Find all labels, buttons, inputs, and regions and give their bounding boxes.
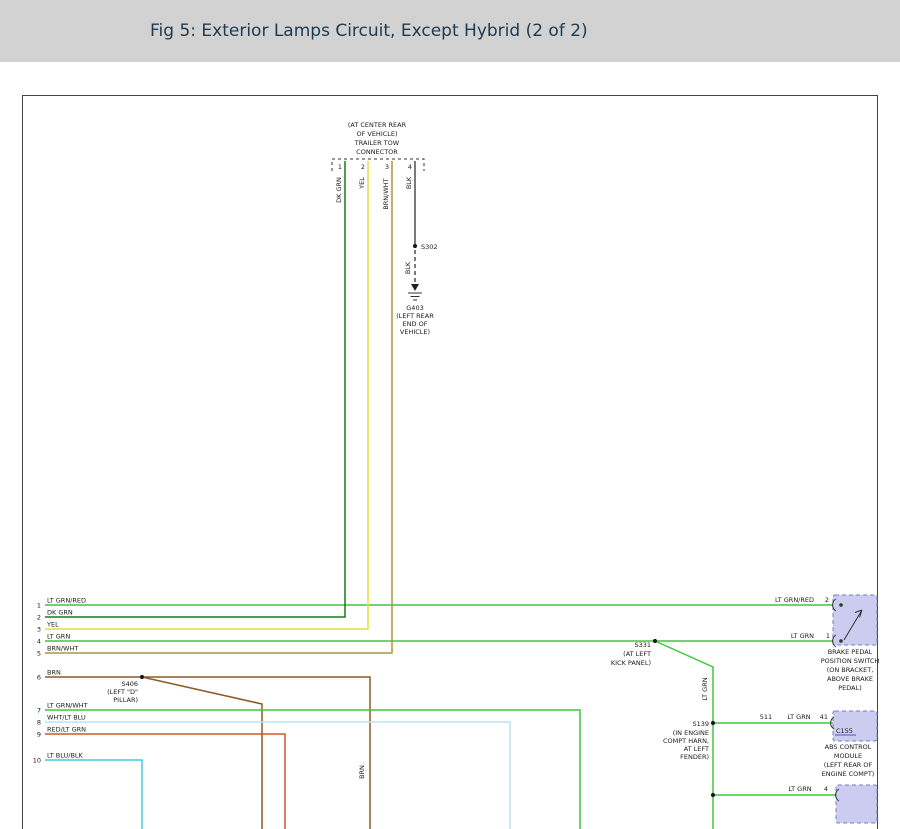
trailer-connector-location: OF VEHICLE) (356, 130, 397, 138)
splice-s331-label: S331 (634, 641, 651, 649)
wire-label: LT GRN/RED (47, 597, 86, 605)
switch-wire-top-label: LT GRN/RED (775, 596, 814, 604)
wire-dk-grn (45, 161, 345, 617)
bottom-component-box (836, 785, 877, 823)
splice-s406-location: PILLAR) (113, 696, 138, 704)
bottom-wire-pin: 4 (824, 785, 828, 793)
wire-number: 5 (37, 650, 41, 658)
abs-module-box (833, 711, 877, 741)
splice-s331-location: KICK PANEL) (611, 659, 651, 667)
pin-number: 3 (385, 163, 389, 171)
brake-switch-name: PEDAL) (838, 684, 862, 692)
wire-label-yel: YEL (358, 177, 366, 190)
wire-label-dk-grn: DK GRN (335, 177, 343, 203)
wire-label: RED/LT GRN (47, 726, 86, 734)
switch-wire-bottom-pin: 1 (826, 632, 830, 640)
splice-s139-dot (711, 721, 715, 725)
brake-pedal-switch-box (833, 595, 877, 645)
splice-s406-dot (140, 675, 144, 679)
wire-wht-lt-blu (45, 722, 510, 829)
ground-location: (LEFT REAR (396, 312, 434, 320)
ground-name: G403 (406, 304, 423, 312)
wire-yel (45, 161, 368, 629)
trailer-connector-location: (AT CENTER REAR (348, 121, 407, 129)
wire-brn-wht (45, 161, 392, 653)
wire-number: 10 (33, 757, 41, 765)
brake-switch-name: POSITION SWITCH (821, 657, 880, 665)
abs-circuit-number: 511 (760, 713, 772, 721)
wire-label-lt-grn-vertical: LT GRN (701, 677, 709, 700)
wire-label: LT GRN/WHT (47, 702, 88, 710)
wiring-diagram: (AT CENTER REAR OF VEHICLE) TRAILER TOW … (0, 0, 900, 829)
brake-switch-name: (ON BRACKET, (827, 666, 874, 674)
bottom-wire-label: LT GRN (788, 785, 811, 793)
abs-pin: 41 (820, 713, 828, 721)
splice-s302-label: S302 (421, 243, 438, 251)
wire-label: YEL (46, 621, 59, 629)
abs-module-name: ENGINE COMPT) (822, 770, 875, 778)
wire-red-lt-grn (45, 734, 285, 829)
splice-s139-location: COMPT HARN, (663, 737, 709, 745)
pin-number: 1 (338, 163, 342, 171)
ground-arrow (411, 284, 419, 291)
wire-label: BRN (47, 669, 61, 677)
ground-location: END OF (403, 320, 428, 328)
junction-dot (711, 793, 715, 797)
wire-label-brn-vertical: BRN (358, 765, 366, 779)
switch-wire-top-pin: 2 (825, 596, 829, 604)
wire-brn (45, 677, 370, 829)
switch-contact (839, 639, 843, 643)
wire-number: 3 (37, 626, 41, 634)
ground-location: VEHICLE) (400, 328, 430, 336)
diagram-border (23, 96, 878, 829)
wire-label: DK GRN (47, 609, 73, 617)
switch-wire-bottom-label: LT GRN (791, 632, 814, 640)
wire-number: 4 (37, 638, 41, 646)
brake-switch-name: ABOVE BRAKE (827, 675, 873, 683)
wire-label-blk: BLK (405, 176, 413, 189)
wire-label: BRN/WHT (47, 645, 78, 653)
switch-contact (839, 603, 843, 607)
brake-switch-name: BRAKE PEDAL (828, 648, 873, 656)
splice-s139-location: FENDER) (680, 753, 709, 761)
wire-number: 1 (37, 602, 41, 610)
wire-number: 6 (37, 674, 41, 682)
wire-label: LT GRN (47, 633, 70, 641)
wire-number: 7 (37, 707, 41, 715)
splice-s139-label: S139 (692, 720, 709, 728)
ground-symbol (408, 293, 422, 300)
splice-s331-location: (AT LEFT (623, 650, 651, 658)
wire-number: 8 (37, 719, 41, 727)
trailer-connector-name: TRAILER TOW (354, 139, 400, 147)
splice-s406-location: (LEFT "D" (107, 688, 138, 696)
pin-number: 2 (361, 163, 365, 171)
abs-module-name: (LEFT REAR OF (824, 761, 873, 769)
abs-connector-label: C155 (836, 727, 853, 735)
wire-number: 2 (37, 614, 41, 622)
splice-s406-label: S406 (121, 680, 138, 688)
wire-lt-grn (45, 641, 838, 829)
abs-wire-label: LT GRN (787, 713, 810, 721)
abs-module-name: ABS CONTROL (825, 743, 872, 751)
splice-s302-dot (413, 244, 417, 248)
splice-s139-location: (IN ENGINE (673, 729, 709, 737)
wire-label: LT BLU/BLK (47, 752, 84, 760)
trailer-connector-name: CONNECTOR (356, 148, 398, 156)
wire-lt-blu-blk (45, 760, 142, 829)
splice-s331-dot (653, 639, 657, 643)
wire-label-blk: BLK (404, 261, 412, 274)
wire-lt-grn-wht (45, 710, 580, 829)
wire-number: 9 (37, 731, 41, 739)
wire-label: WHT/LT BLU (47, 714, 86, 722)
abs-module-name: MODULE (834, 752, 862, 760)
wire-label-brn-wht: BRN/WHT (382, 178, 390, 209)
pin-number: 4 (408, 163, 412, 171)
splice-s139-location: AT LEFT (684, 745, 709, 753)
